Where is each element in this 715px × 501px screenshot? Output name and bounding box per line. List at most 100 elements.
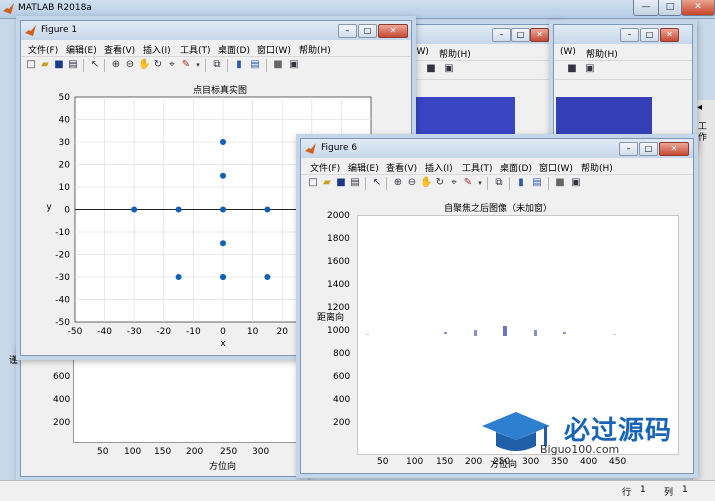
menu-view[interactable]: 查看(V) bbox=[386, 161, 417, 174]
pointer-icon[interactable]: ↖ bbox=[371, 177, 383, 189]
data-cursor-icon[interactable]: ⌖ bbox=[448, 177, 460, 189]
menu-view[interactable]: 查看(V) bbox=[104, 43, 135, 56]
x-tick-label: -50 bbox=[68, 327, 83, 337]
zoom-out-icon[interactable]: ⊖ bbox=[124, 59, 136, 71]
close-button[interactable]: ✕ bbox=[681, 0, 715, 16]
workspace-side-panel[interactable]: ◂ 工作 bbox=[692, 100, 715, 480]
zoom-in-icon[interactable]: ⊕ bbox=[110, 59, 122, 71]
close-button[interactable]: ✕ bbox=[659, 142, 689, 156]
target-point bbox=[613, 334, 616, 335]
pan-hand-icon[interactable]: ✋ bbox=[420, 177, 432, 189]
watermark-en: Biguo100.com bbox=[540, 443, 620, 456]
save-icon[interactable]: ■ bbox=[53, 59, 65, 71]
y-tick-label: -40 bbox=[55, 296, 70, 306]
plot-toggle-icon[interactable]: ■ bbox=[554, 177, 566, 189]
target-point bbox=[534, 330, 537, 336]
menu-file[interactable]: 文件(F) bbox=[28, 43, 58, 56]
rotate-icon[interactable]: ↻ bbox=[152, 59, 164, 71]
menu-window[interactable]: 窗口(W) bbox=[539, 161, 573, 174]
maximize-button[interactable]: □ bbox=[639, 142, 658, 156]
data-cursor-icon[interactable]: ⌖ bbox=[166, 59, 178, 71]
chevron-down-icon[interactable]: ▾ bbox=[192, 59, 204, 71]
plot-toggle-icon[interactable]: ■ bbox=[272, 59, 284, 71]
y-tick: 200 bbox=[333, 418, 351, 428]
separator bbox=[266, 59, 267, 72]
menu-window[interactable]: (W) bbox=[560, 47, 576, 57]
y-tick: 2000 bbox=[327, 211, 350, 221]
data-point bbox=[131, 206, 138, 213]
zoom-in-icon[interactable]: ⊕ bbox=[392, 177, 404, 189]
menu-window[interactable]: 窗口(W) bbox=[257, 43, 291, 56]
x-tick-label: 10 bbox=[247, 327, 259, 337]
new-file-icon[interactable]: □ bbox=[307, 177, 319, 189]
data-point bbox=[220, 240, 226, 247]
menu-help[interactable]: 帮助(H) bbox=[581, 161, 613, 174]
new-file-icon[interactable]: □ bbox=[25, 59, 37, 71]
property-editor-icon[interactable]: ▣ bbox=[584, 63, 596, 75]
chevron-down-icon[interactable]: ▾ bbox=[474, 177, 486, 189]
rotate-icon[interactable]: ↻ bbox=[434, 177, 446, 189]
menu-window[interactable]: (W) bbox=[413, 47, 429, 57]
print-icon[interactable]: ▤ bbox=[67, 59, 79, 71]
legend-icon[interactable]: ▤ bbox=[531, 177, 543, 189]
menu-tools[interactable]: 工具(T) bbox=[462, 161, 493, 174]
brush-icon[interactable]: ✎ bbox=[180, 59, 192, 71]
data-point bbox=[220, 172, 226, 179]
menu-insert[interactable]: 插入(I) bbox=[143, 43, 171, 56]
figure-window-back-1[interactable]: – □ ✕ (W) 帮助(H) ■ ▣ bbox=[396, 24, 556, 146]
property-editor-icon[interactable]: ▣ bbox=[288, 59, 300, 71]
menu-tools[interactable]: 工具(T) bbox=[180, 43, 211, 56]
menu-help[interactable]: 帮助(H) bbox=[586, 47, 618, 60]
collapse-arrow-icon[interactable]: ◂ bbox=[697, 102, 702, 113]
separator bbox=[509, 177, 510, 190]
save-icon[interactable]: ■ bbox=[335, 177, 347, 189]
matlab-logo-icon bbox=[3, 3, 14, 14]
figure-window-back-2[interactable]: – □ ✕ (W) 帮助(H) ■ ▣ bbox=[553, 24, 693, 146]
figure-titlebar: – □ ✕ bbox=[554, 25, 692, 44]
print-icon[interactable]: ▤ bbox=[349, 177, 361, 189]
legend-icon[interactable]: ▤ bbox=[249, 59, 261, 71]
plot-toggle-icon[interactable]: ■ bbox=[425, 63, 437, 75]
minimize-button[interactable]: – bbox=[619, 142, 638, 156]
separator bbox=[365, 177, 366, 190]
pointer-icon[interactable]: ↖ bbox=[89, 59, 101, 71]
menu-help[interactable]: 帮助(H) bbox=[299, 43, 331, 56]
property-editor-icon[interactable]: ▣ bbox=[570, 177, 582, 189]
link-plot-icon[interactable]: ⧉ bbox=[211, 59, 223, 71]
link-plot-icon[interactable]: ⧉ bbox=[493, 177, 505, 189]
minimize-button[interactable]: – bbox=[492, 28, 511, 42]
menu-insert[interactable]: 插入(I) bbox=[425, 161, 453, 174]
minimize-button[interactable]: – bbox=[338, 24, 357, 38]
separator bbox=[205, 59, 206, 72]
data-point bbox=[175, 206, 182, 213]
maximize-button[interactable]: □ bbox=[511, 28, 530, 42]
y-tick-label: 10 bbox=[59, 183, 71, 193]
maximize-button[interactable]: □ bbox=[640, 28, 659, 42]
close-button[interactable]: ✕ bbox=[660, 28, 679, 42]
brush-icon[interactable]: ✎ bbox=[462, 177, 474, 189]
property-editor-icon[interactable]: ▣ bbox=[443, 63, 455, 75]
menu-desktop[interactable]: 桌面(D) bbox=[218, 43, 250, 56]
close-button[interactable]: ✕ bbox=[378, 24, 408, 38]
plot-toggle-icon[interactable]: ■ bbox=[566, 63, 578, 75]
menu-file[interactable]: 文件(F) bbox=[310, 161, 340, 174]
menu-edit[interactable]: 编辑(E) bbox=[348, 161, 379, 174]
open-folder-icon[interactable]: ▰ bbox=[39, 59, 51, 71]
colorbar-icon[interactable]: ▮ bbox=[515, 177, 527, 189]
zoom-out-icon[interactable]: ⊖ bbox=[406, 177, 418, 189]
minimize-button[interactable]: – bbox=[620, 28, 639, 42]
maximize-button[interactable]: □ bbox=[358, 24, 377, 38]
figure-window-back-3[interactable]: 谨 600 400 200 50 100 150 200 250 300 方位向 bbox=[9, 350, 304, 477]
minimize-button[interactable]: — bbox=[633, 0, 659, 16]
toolbar: ■ ▣ bbox=[554, 60, 692, 80]
figure-title: Figure 6 bbox=[321, 143, 358, 153]
pan-hand-icon[interactable]: ✋ bbox=[138, 59, 150, 71]
maximize-button[interactable]: □ bbox=[658, 0, 682, 16]
open-folder-icon[interactable]: ▰ bbox=[321, 177, 333, 189]
menu-edit[interactable]: 编辑(E) bbox=[66, 43, 97, 56]
status-bar: 行 1 列 1 bbox=[0, 480, 715, 501]
menu-help[interactable]: 帮助(H) bbox=[439, 47, 471, 60]
close-button[interactable]: ✕ bbox=[530, 28, 549, 42]
colorbar-icon[interactable]: ▮ bbox=[233, 59, 245, 71]
menu-desktop[interactable]: 桌面(D) bbox=[500, 161, 532, 174]
